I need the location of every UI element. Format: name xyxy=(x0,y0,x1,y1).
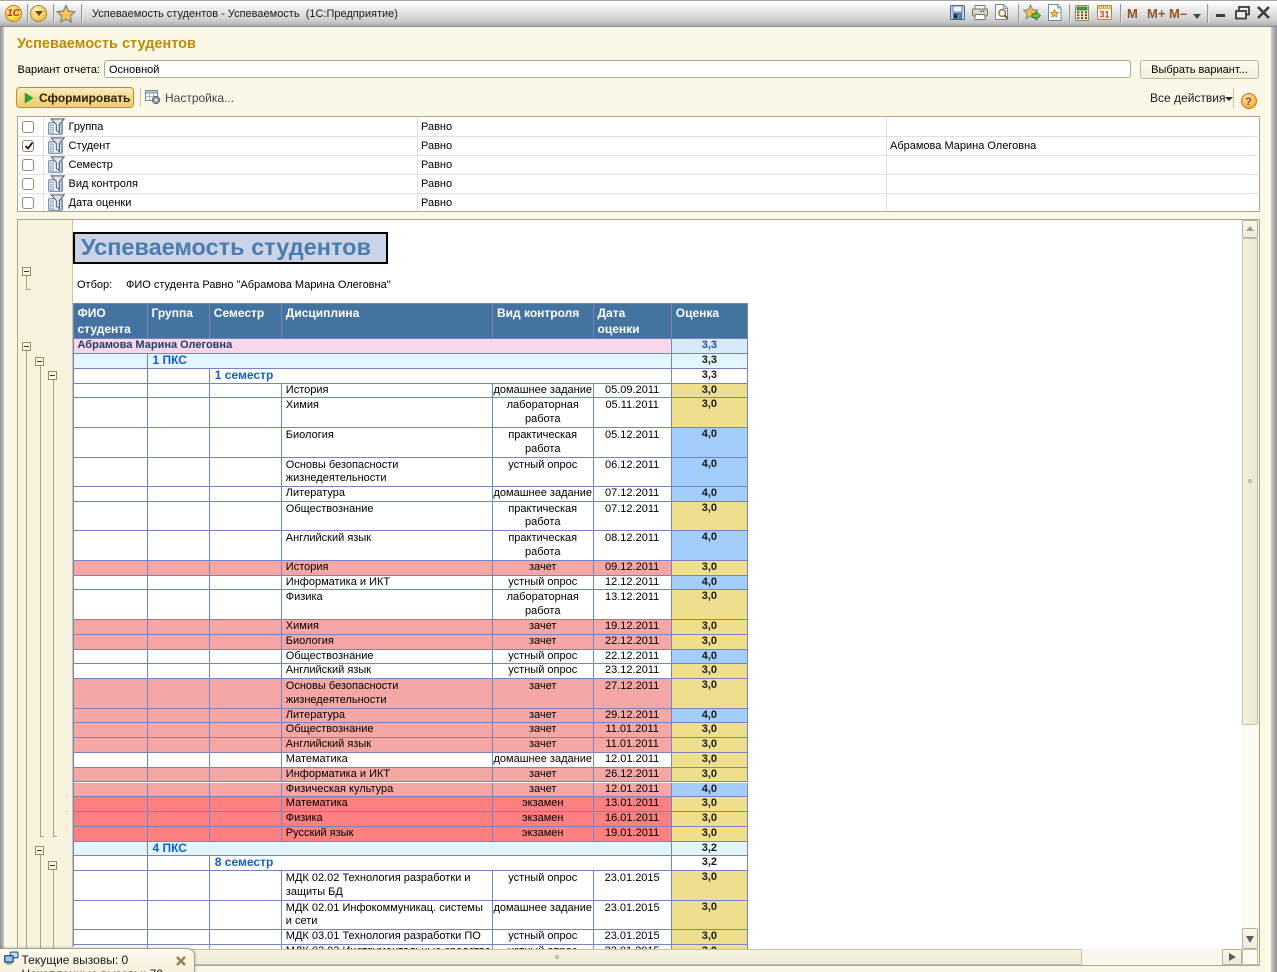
svg-text:31: 31 xyxy=(1099,10,1109,20)
